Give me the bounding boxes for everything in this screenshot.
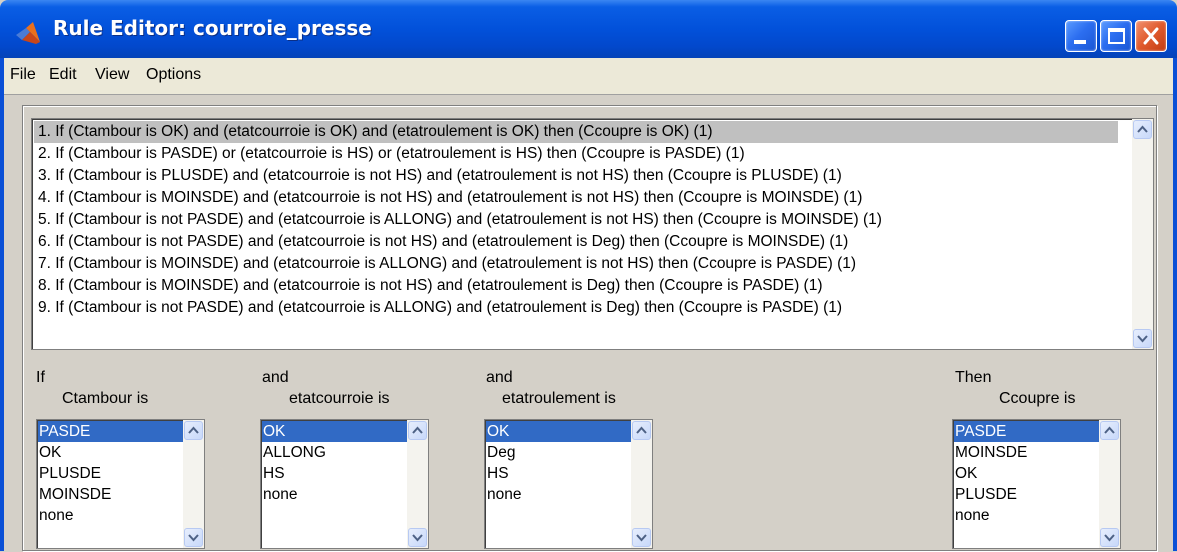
ctambour-option[interactable]: PASDE [38, 421, 186, 442]
rule-item[interactable]: 9. If (Ctambour is not PASDE) and (etatc… [34, 297, 842, 319]
scroll-down-button[interactable] [632, 528, 651, 547]
maximize-icon [1108, 28, 1125, 44]
and-label-1: and [262, 369, 289, 386]
etatcourroie-option[interactable]: OK [262, 421, 410, 442]
scroll-down-button[interactable] [408, 528, 427, 547]
etatroulement-option[interactable]: none [486, 484, 634, 505]
ccoupre-option[interactable]: PASDE [954, 421, 1102, 442]
etatcourroie-options-list[interactable]: OK ALLONG HS none [260, 419, 429, 549]
etatroulement-label: etatroulement is [502, 390, 616, 407]
ccoupre-options-list[interactable]: PASDE MOINSDE OK PLUSDE none [952, 419, 1121, 549]
ctambour-option-scrollbar[interactable] [183, 420, 204, 548]
ccoupre-option[interactable]: PLUSDE [954, 484, 1102, 505]
rule-item[interactable]: 8. If (Ctambour is MOINSDE) and (etatcou… [34, 275, 822, 297]
chevron-down-icon [636, 534, 647, 542]
etatroulement-options-list[interactable]: OK Deg HS none [484, 419, 653, 549]
chevron-down-icon [188, 534, 199, 542]
chevron-up-icon [1104, 426, 1115, 434]
scroll-up-button[interactable] [184, 421, 203, 440]
title-bar[interactable]: Rule Editor: courroie_presse [0, 0, 1177, 58]
menu-bar: File Edit View Options [4, 58, 1173, 94]
chevron-up-icon [636, 426, 647, 434]
menu-file[interactable]: File [10, 66, 36, 84]
etatcourroie-label: etatcourroie is [289, 390, 390, 407]
rules-scrollbar[interactable] [1132, 119, 1153, 349]
etatcourroie-option[interactable]: none [262, 484, 410, 505]
chevron-down-icon [412, 534, 423, 542]
rule-item[interactable]: 4. If (Ctambour is MOINSDE) and (etatcou… [34, 187, 862, 209]
chevron-up-icon [1137, 125, 1148, 133]
ctambour-option[interactable]: PLUSDE [38, 463, 186, 484]
scroll-down-button[interactable] [1100, 528, 1119, 547]
minimize-button[interactable] [1065, 20, 1097, 52]
ctambour-label: Ctambour is [62, 390, 149, 407]
then-label: Then [955, 369, 992, 386]
close-icon [1143, 27, 1159, 45]
window-title: Rule Editor: courroie_presse [53, 16, 372, 40]
scroll-up-button[interactable] [632, 421, 651, 440]
rule-item[interactable]: 7. If (Ctambour is MOINSDE) and (etatcou… [34, 253, 856, 275]
rule-item[interactable]: 1. If (Ctambour is OK) and (etatcourroie… [34, 121, 1118, 143]
etatroulement-option[interactable]: HS [486, 463, 634, 484]
ctambour-options-list[interactable]: PASDE OK PLUSDE MOINSDE none [36, 419, 205, 549]
chevron-down-icon [1104, 534, 1115, 542]
scroll-down-button[interactable] [1133, 329, 1152, 348]
ccoupre-option-scrollbar[interactable] [1099, 420, 1120, 548]
ccoupre-option[interactable]: MOINSDE [954, 442, 1102, 463]
rule-item[interactable]: 5. If (Ctambour is not PASDE) and (etatc… [34, 209, 882, 231]
menu-options[interactable]: Options [146, 66, 201, 84]
etatroulement-option[interactable]: Deg [486, 442, 634, 463]
scroll-up-button[interactable] [1133, 120, 1152, 139]
etatcourroie-option[interactable]: HS [262, 463, 410, 484]
scroll-up-button[interactable] [408, 421, 427, 440]
etatcourroie-option-scrollbar[interactable] [407, 420, 428, 548]
minimize-icon [1074, 40, 1086, 44]
ccoupre-option[interactable]: OK [954, 463, 1102, 484]
maximize-button[interactable] [1100, 20, 1132, 52]
rule-item[interactable]: 2. If (Ctambour is PASDE) or (etatcourro… [34, 143, 745, 165]
etatcourroie-option[interactable]: ALLONG [262, 442, 410, 463]
etatroulement-option[interactable]: OK [486, 421, 634, 442]
ccoupre-label: Ccoupre is [999, 390, 1076, 407]
ctambour-option[interactable]: none [38, 505, 186, 526]
ctambour-option[interactable]: OK [38, 442, 186, 463]
etatroulement-option-scrollbar[interactable] [631, 420, 652, 548]
window-frame-right [1173, 58, 1177, 551]
ctambour-option[interactable]: MOINSDE [38, 484, 186, 505]
menu-view[interactable]: View [95, 66, 129, 84]
and-label-2: and [486, 369, 513, 386]
rules-list[interactable]: 1. If (Ctambour is OK) and (etatcourroie… [31, 118, 1154, 350]
chevron-up-icon [188, 426, 199, 434]
close-button[interactable] [1135, 20, 1167, 52]
scroll-up-button[interactable] [1100, 421, 1119, 440]
ccoupre-option[interactable]: none [954, 505, 1102, 526]
chevron-down-icon [1137, 335, 1148, 343]
menu-edit[interactable]: Edit [49, 66, 77, 84]
chevron-up-icon [412, 426, 423, 434]
scroll-down-button[interactable] [184, 528, 203, 547]
rule-item[interactable]: 6. If (Ctambour is not PASDE) and (etatc… [34, 231, 848, 253]
matlab-logo-icon [16, 22, 40, 44]
rule-item[interactable]: 3. If (Ctambour is PLUSDE) and (etatcour… [34, 165, 842, 187]
if-label: If [36, 369, 45, 386]
